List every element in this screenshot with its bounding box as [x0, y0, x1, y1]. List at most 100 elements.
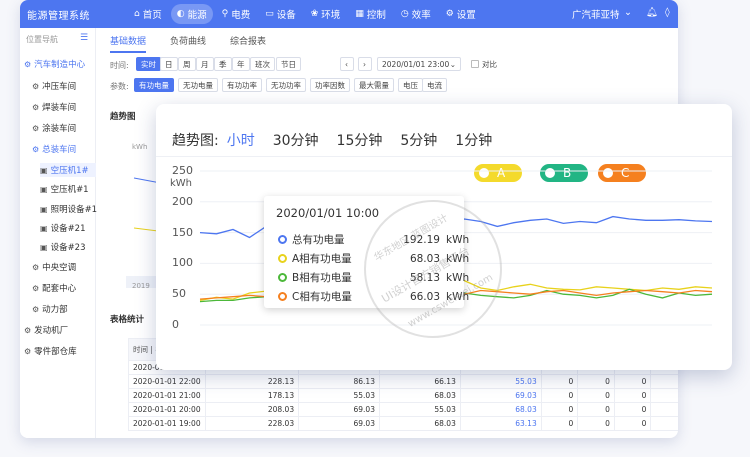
- series-marker-icon: [278, 273, 287, 282]
- table-cell: 68.03: [459, 402, 542, 417]
- nav-item-2[interactable]: ⚲ 电费: [216, 4, 257, 24]
- series-marker-icon: [278, 235, 287, 244]
- time-option-0[interactable]: 实时: [136, 57, 161, 71]
- user-name[interactable]: 广汽菲亚特: [572, 7, 620, 21]
- nav-item-6[interactable]: ◷ 效率: [395, 4, 437, 24]
- sidebar: 位置导航 ☰ ⚙ 汽车制造中心 ⚙ 冲压车间 ⚙ 焊装车间 ⚙ 涂装车间 ⚙ 总装车间 ▣ 空压机1#…: [20, 28, 97, 438]
- chevron-down-icon[interactable]: ⌄: [624, 7, 632, 18]
- param-option-7[interactable]: 电流: [422, 78, 447, 92]
- y-tick-label: 100: [172, 256, 193, 270]
- param-option-6[interactable]: 电压: [398, 78, 423, 92]
- menu-icon[interactable]: ☰: [80, 33, 88, 43]
- param-option-3[interactable]: 无功功率: [266, 78, 306, 92]
- tab-2[interactable]: 综合报表: [230, 34, 266, 53]
- sidebar-item-6[interactable]: ▣ 空压机#1: [40, 183, 89, 196]
- sidebar-item-label: 总装车间: [42, 145, 77, 155]
- sidebar-item-label: 汽车制造中心: [34, 60, 86, 70]
- time-option-6[interactable]: 班次: [250, 57, 275, 71]
- sidebar-item-7[interactable]: ▣ 照明设备#1: [40, 203, 97, 216]
- sidebar-item-13[interactable]: ⚙ 发动机厂: [24, 324, 69, 337]
- nav-icon: ⌂: [134, 9, 140, 19]
- sidebar-item-label: 冲压车间: [42, 82, 77, 92]
- tab-1[interactable]: 负荷曲线: [170, 34, 206, 53]
- date-input[interactable]: 2020/01/01 23:00 ⌄: [377, 57, 461, 71]
- sidebar-item-3[interactable]: ⚙ 涂装车间: [32, 122, 76, 135]
- table-cell: 0: [613, 402, 652, 417]
- table-row[interactable]: 2020-01-01 20:00 208.03 69.03 55.03 68.03 0 0 0…: [128, 402, 678, 417]
- time-option-7[interactable]: 节日: [276, 57, 301, 71]
- time-option-4[interactable]: 季: [214, 57, 232, 71]
- compare-checkbox[interactable]: [471, 60, 479, 68]
- tooltip-time: 2020/01/01 10:00: [276, 206, 380, 220]
- nav-label: 效率: [411, 10, 431, 21]
- sidebar-item-5[interactable]: ▣ 空压机1#: [40, 163, 96, 177]
- sidebar-item-9[interactable]: ▣ 设备#23: [40, 241, 86, 254]
- sidebar-item-8[interactable]: ▣ 设备#21: [40, 222, 86, 235]
- next-icon[interactable]: ›: [358, 57, 372, 71]
- nav-item-0[interactable]: ⌂ 首页: [128, 4, 168, 24]
- series-marker-icon: [278, 292, 287, 301]
- bg-axis-unit: kWh: [132, 143, 148, 151]
- compare-label: 对比: [482, 60, 497, 69]
- table-cell: 0: [650, 374, 678, 389]
- y-tick-label: 250: [172, 164, 193, 177]
- sidebar-item-4[interactable]: ⚙ 总装车间: [32, 143, 77, 156]
- table-cell: 0: [577, 374, 615, 389]
- sidebar-item-2[interactable]: ⚙ 焊装车间: [32, 101, 76, 114]
- table-title: 表格统计: [110, 315, 145, 325]
- prev-icon[interactable]: ‹: [340, 57, 354, 71]
- table-row[interactable]: 2020-01-01 19:00 228.03 69.03 68.03 63.13 0 0 0…: [128, 416, 678, 431]
- table-cell: 68.03: [378, 416, 461, 431]
- gear-icon: ⚙: [24, 325, 32, 335]
- nav-item-7[interactable]: ⚙ 设置: [440, 4, 482, 24]
- tab-0[interactable]: 基础数据: [110, 34, 147, 53]
- sidebar-item-12[interactable]: ⚙ 动力部: [32, 303, 68, 316]
- table-row[interactable]: 2020-01-01 22:00 228.13 86.13 66.13 55.03 0 0 0…: [128, 374, 678, 389]
- nav-label: 设置: [456, 10, 476, 21]
- nav-label: 设备: [276, 10, 296, 21]
- nav-label: 电费: [231, 10, 251, 21]
- table-cell: 2020-01-01 22:00: [128, 374, 206, 389]
- nav-item-3[interactable]: ▭ 设备: [259, 4, 302, 24]
- time-option-2[interactable]: 周: [178, 57, 196, 71]
- table-row[interactable]: 2020-01-01 21:00 178.13 55.03 68.03 69.03 0 0 0…: [128, 388, 678, 403]
- param-option-0[interactable]: 有功电量: [134, 78, 174, 92]
- param-option-2[interactable]: 有功功率: [222, 78, 262, 92]
- nav-item-5[interactable]: ▦ 控制: [349, 4, 392, 24]
- gear-icon: ⚙: [32, 304, 40, 314]
- sidebar-item-1[interactable]: ⚙ 冲压车间: [32, 80, 77, 93]
- y-tick-label: 150: [172, 225, 193, 239]
- drop-icon[interactable]: ◊: [665, 7, 670, 18]
- gear-icon: ⚙: [32, 144, 40, 154]
- gear-icon: ⚙: [24, 346, 32, 356]
- sidebar-item-label: 设备#21: [50, 224, 86, 234]
- nav-item-4[interactable]: ❀ 环境: [305, 4, 347, 24]
- nav-item-1[interactable]: ◐ 能源: [170, 4, 213, 24]
- table-cell: 0: [613, 388, 652, 403]
- time-option-5[interactable]: 年: [232, 57, 250, 71]
- time-option-1[interactable]: 日: [160, 57, 178, 71]
- bell-icon[interactable]: 🔔︎: [646, 7, 658, 18]
- sidebar-item-0[interactable]: ⚙ 汽车制造中心: [24, 58, 86, 71]
- sidebar-item-14[interactable]: ⚙ 零件部仓库: [24, 345, 77, 358]
- table-cell: 2020-01-01 20:00: [128, 402, 206, 417]
- gear-icon: ⚙: [32, 283, 40, 293]
- sidebar-item-label: 空压机#1: [50, 185, 89, 195]
- table-cell: 86.13: [298, 374, 380, 389]
- table-cell: 0: [613, 416, 652, 431]
- sidebar-item-10[interactable]: ⚙ 中央空调: [32, 261, 76, 274]
- table-cell: 55.03: [378, 402, 461, 417]
- sidebar-item-11[interactable]: ⚙ 配套中心: [32, 282, 76, 295]
- device-icon: ▣: [40, 223, 48, 233]
- time-option-3[interactable]: 月: [196, 57, 214, 71]
- param-option-1[interactable]: 无功电量: [178, 78, 218, 92]
- param-option-5[interactable]: 最大需量: [354, 78, 394, 92]
- param-option-4[interactable]: 功率因数: [310, 78, 350, 92]
- sidebar-item-label: 发动机厂: [34, 326, 69, 336]
- device-icon: ▣: [40, 165, 48, 175]
- table-cell: 66.13: [378, 374, 461, 389]
- table-cell: 0: [577, 416, 615, 431]
- sidebar-item-label: 零件部仓库: [34, 347, 77, 357]
- table-cell: 2020-01-01 21:00: [128, 388, 206, 403]
- table-cell: 178.13: [204, 388, 300, 403]
